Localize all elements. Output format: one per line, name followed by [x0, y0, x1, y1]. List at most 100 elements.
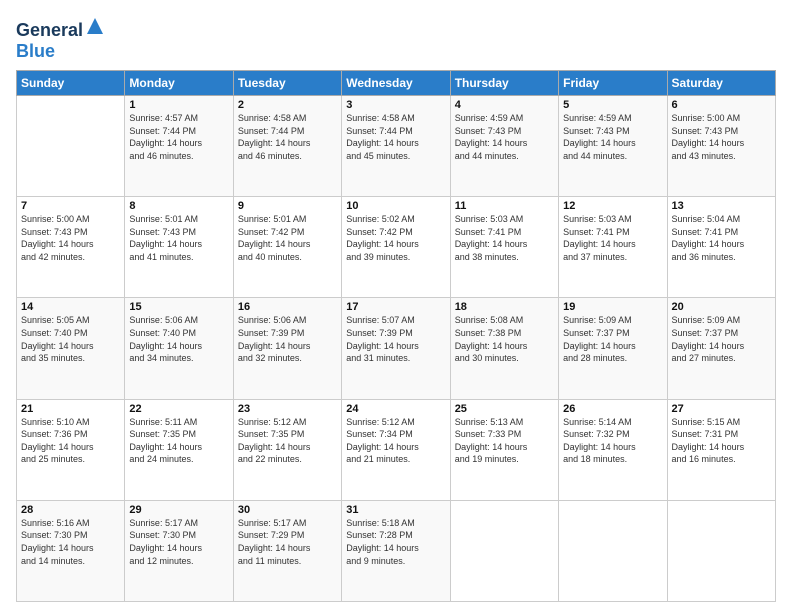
calendar-body: 1Sunrise: 4:57 AM Sunset: 7:44 PM Daylig…	[17, 96, 776, 602]
day-cell: 19Sunrise: 5:09 AM Sunset: 7:37 PM Dayli…	[559, 298, 667, 399]
day-cell	[667, 500, 775, 601]
day-cell: 24Sunrise: 5:12 AM Sunset: 7:34 PM Dayli…	[342, 399, 450, 500]
day-number: 9	[238, 200, 337, 212]
day-number: 16	[238, 301, 337, 313]
week-row-1: 7Sunrise: 5:00 AM Sunset: 7:43 PM Daylig…	[17, 197, 776, 298]
day-content: Sunrise: 5:11 AM Sunset: 7:35 PM Dayligh…	[129, 416, 228, 466]
day-number: 19	[563, 301, 662, 313]
day-number: 17	[346, 301, 445, 313]
day-content: Sunrise: 5:03 AM Sunset: 7:41 PM Dayligh…	[563, 213, 662, 263]
calendar-page: General Blue SundayMondayTuesdayWednesda…	[0, 0, 792, 612]
day-number: 12	[563, 200, 662, 212]
logo-general: General	[16, 20, 83, 40]
day-cell: 26Sunrise: 5:14 AM Sunset: 7:32 PM Dayli…	[559, 399, 667, 500]
day-cell: 25Sunrise: 5:13 AM Sunset: 7:33 PM Dayli…	[450, 399, 558, 500]
week-row-4: 28Sunrise: 5:16 AM Sunset: 7:30 PM Dayli…	[17, 500, 776, 601]
day-cell: 7Sunrise: 5:00 AM Sunset: 7:43 PM Daylig…	[17, 197, 125, 298]
day-number: 8	[129, 200, 228, 212]
day-content: Sunrise: 5:03 AM Sunset: 7:41 PM Dayligh…	[455, 213, 554, 263]
day-cell: 5Sunrise: 4:59 AM Sunset: 7:43 PM Daylig…	[559, 96, 667, 197]
day-cell: 27Sunrise: 5:15 AM Sunset: 7:31 PM Dayli…	[667, 399, 775, 500]
day-cell: 1Sunrise: 4:57 AM Sunset: 7:44 PM Daylig…	[125, 96, 233, 197]
day-content: Sunrise: 5:10 AM Sunset: 7:36 PM Dayligh…	[21, 416, 120, 466]
day-header-wednesday: Wednesday	[342, 71, 450, 96]
day-content: Sunrise: 5:15 AM Sunset: 7:31 PM Dayligh…	[672, 416, 771, 466]
day-number: 4	[455, 99, 554, 111]
day-cell: 10Sunrise: 5:02 AM Sunset: 7:42 PM Dayli…	[342, 197, 450, 298]
day-cell: 20Sunrise: 5:09 AM Sunset: 7:37 PM Dayli…	[667, 298, 775, 399]
day-number: 10	[346, 200, 445, 212]
day-content: Sunrise: 5:01 AM Sunset: 7:42 PM Dayligh…	[238, 213, 337, 263]
day-number: 24	[346, 403, 445, 415]
day-content: Sunrise: 5:17 AM Sunset: 7:29 PM Dayligh…	[238, 517, 337, 567]
day-number: 23	[238, 403, 337, 415]
day-content: Sunrise: 5:12 AM Sunset: 7:34 PM Dayligh…	[346, 416, 445, 466]
day-cell: 4Sunrise: 4:59 AM Sunset: 7:43 PM Daylig…	[450, 96, 558, 197]
logo-blue: Blue	[16, 41, 55, 61]
day-header-tuesday: Tuesday	[233, 71, 341, 96]
day-cell: 28Sunrise: 5:16 AM Sunset: 7:30 PM Dayli…	[17, 500, 125, 601]
week-row-0: 1Sunrise: 4:57 AM Sunset: 7:44 PM Daylig…	[17, 96, 776, 197]
day-cell: 18Sunrise: 5:08 AM Sunset: 7:38 PM Dayli…	[450, 298, 558, 399]
day-cell: 14Sunrise: 5:05 AM Sunset: 7:40 PM Dayli…	[17, 298, 125, 399]
day-cell: 9Sunrise: 5:01 AM Sunset: 7:42 PM Daylig…	[233, 197, 341, 298]
day-number: 20	[672, 301, 771, 313]
day-content: Sunrise: 5:14 AM Sunset: 7:32 PM Dayligh…	[563, 416, 662, 466]
day-cell: 2Sunrise: 4:58 AM Sunset: 7:44 PM Daylig…	[233, 96, 341, 197]
day-content: Sunrise: 4:58 AM Sunset: 7:44 PM Dayligh…	[346, 112, 445, 162]
day-cell: 22Sunrise: 5:11 AM Sunset: 7:35 PM Dayli…	[125, 399, 233, 500]
day-header-thursday: Thursday	[450, 71, 558, 96]
day-cell: 15Sunrise: 5:06 AM Sunset: 7:40 PM Dayli…	[125, 298, 233, 399]
day-content: Sunrise: 5:17 AM Sunset: 7:30 PM Dayligh…	[129, 517, 228, 567]
day-number: 27	[672, 403, 771, 415]
day-content: Sunrise: 5:02 AM Sunset: 7:42 PM Dayligh…	[346, 213, 445, 263]
logo-icon	[85, 16, 105, 36]
day-content: Sunrise: 5:16 AM Sunset: 7:30 PM Dayligh…	[21, 517, 120, 567]
day-cell: 12Sunrise: 5:03 AM Sunset: 7:41 PM Dayli…	[559, 197, 667, 298]
day-cell: 11Sunrise: 5:03 AM Sunset: 7:41 PM Dayli…	[450, 197, 558, 298]
day-content: Sunrise: 5:09 AM Sunset: 7:37 PM Dayligh…	[672, 314, 771, 364]
day-number: 21	[21, 403, 120, 415]
day-number: 30	[238, 504, 337, 516]
day-content: Sunrise: 4:57 AM Sunset: 7:44 PM Dayligh…	[129, 112, 228, 162]
calendar-table: SundayMondayTuesdayWednesdayThursdayFrid…	[16, 70, 776, 602]
day-cell: 17Sunrise: 5:07 AM Sunset: 7:39 PM Dayli…	[342, 298, 450, 399]
day-number: 14	[21, 301, 120, 313]
day-number: 13	[672, 200, 771, 212]
day-cell: 21Sunrise: 5:10 AM Sunset: 7:36 PM Dayli…	[17, 399, 125, 500]
logo: General Blue	[16, 16, 105, 62]
day-number: 26	[563, 403, 662, 415]
week-row-2: 14Sunrise: 5:05 AM Sunset: 7:40 PM Dayli…	[17, 298, 776, 399]
day-header-sunday: Sunday	[17, 71, 125, 96]
day-number: 28	[21, 504, 120, 516]
day-number: 18	[455, 301, 554, 313]
day-cell: 31Sunrise: 5:18 AM Sunset: 7:28 PM Dayli…	[342, 500, 450, 601]
day-content: Sunrise: 4:58 AM Sunset: 7:44 PM Dayligh…	[238, 112, 337, 162]
day-number: 25	[455, 403, 554, 415]
day-cell: 13Sunrise: 5:04 AM Sunset: 7:41 PM Dayli…	[667, 197, 775, 298]
day-cell: 16Sunrise: 5:06 AM Sunset: 7:39 PM Dayli…	[233, 298, 341, 399]
day-content: Sunrise: 4:59 AM Sunset: 7:43 PM Dayligh…	[455, 112, 554, 162]
day-content: Sunrise: 5:08 AM Sunset: 7:38 PM Dayligh…	[455, 314, 554, 364]
day-content: Sunrise: 5:09 AM Sunset: 7:37 PM Dayligh…	[563, 314, 662, 364]
day-header-monday: Monday	[125, 71, 233, 96]
day-content: Sunrise: 5:01 AM Sunset: 7:43 PM Dayligh…	[129, 213, 228, 263]
day-header-friday: Friday	[559, 71, 667, 96]
day-content: Sunrise: 5:00 AM Sunset: 7:43 PM Dayligh…	[672, 112, 771, 162]
day-number: 22	[129, 403, 228, 415]
day-content: Sunrise: 5:13 AM Sunset: 7:33 PM Dayligh…	[455, 416, 554, 466]
day-number: 29	[129, 504, 228, 516]
day-content: Sunrise: 5:04 AM Sunset: 7:41 PM Dayligh…	[672, 213, 771, 263]
day-cell: 23Sunrise: 5:12 AM Sunset: 7:35 PM Dayli…	[233, 399, 341, 500]
day-content: Sunrise: 5:05 AM Sunset: 7:40 PM Dayligh…	[21, 314, 120, 364]
day-cell: 8Sunrise: 5:01 AM Sunset: 7:43 PM Daylig…	[125, 197, 233, 298]
day-number: 6	[672, 99, 771, 111]
calendar-header: SundayMondayTuesdayWednesdayThursdayFrid…	[17, 71, 776, 96]
day-number: 3	[346, 99, 445, 111]
day-content: Sunrise: 5:12 AM Sunset: 7:35 PM Dayligh…	[238, 416, 337, 466]
day-content: Sunrise: 5:00 AM Sunset: 7:43 PM Dayligh…	[21, 213, 120, 263]
day-content: Sunrise: 5:07 AM Sunset: 7:39 PM Dayligh…	[346, 314, 445, 364]
day-number: 11	[455, 200, 554, 212]
day-number: 7	[21, 200, 120, 212]
day-content: Sunrise: 4:59 AM Sunset: 7:43 PM Dayligh…	[563, 112, 662, 162]
